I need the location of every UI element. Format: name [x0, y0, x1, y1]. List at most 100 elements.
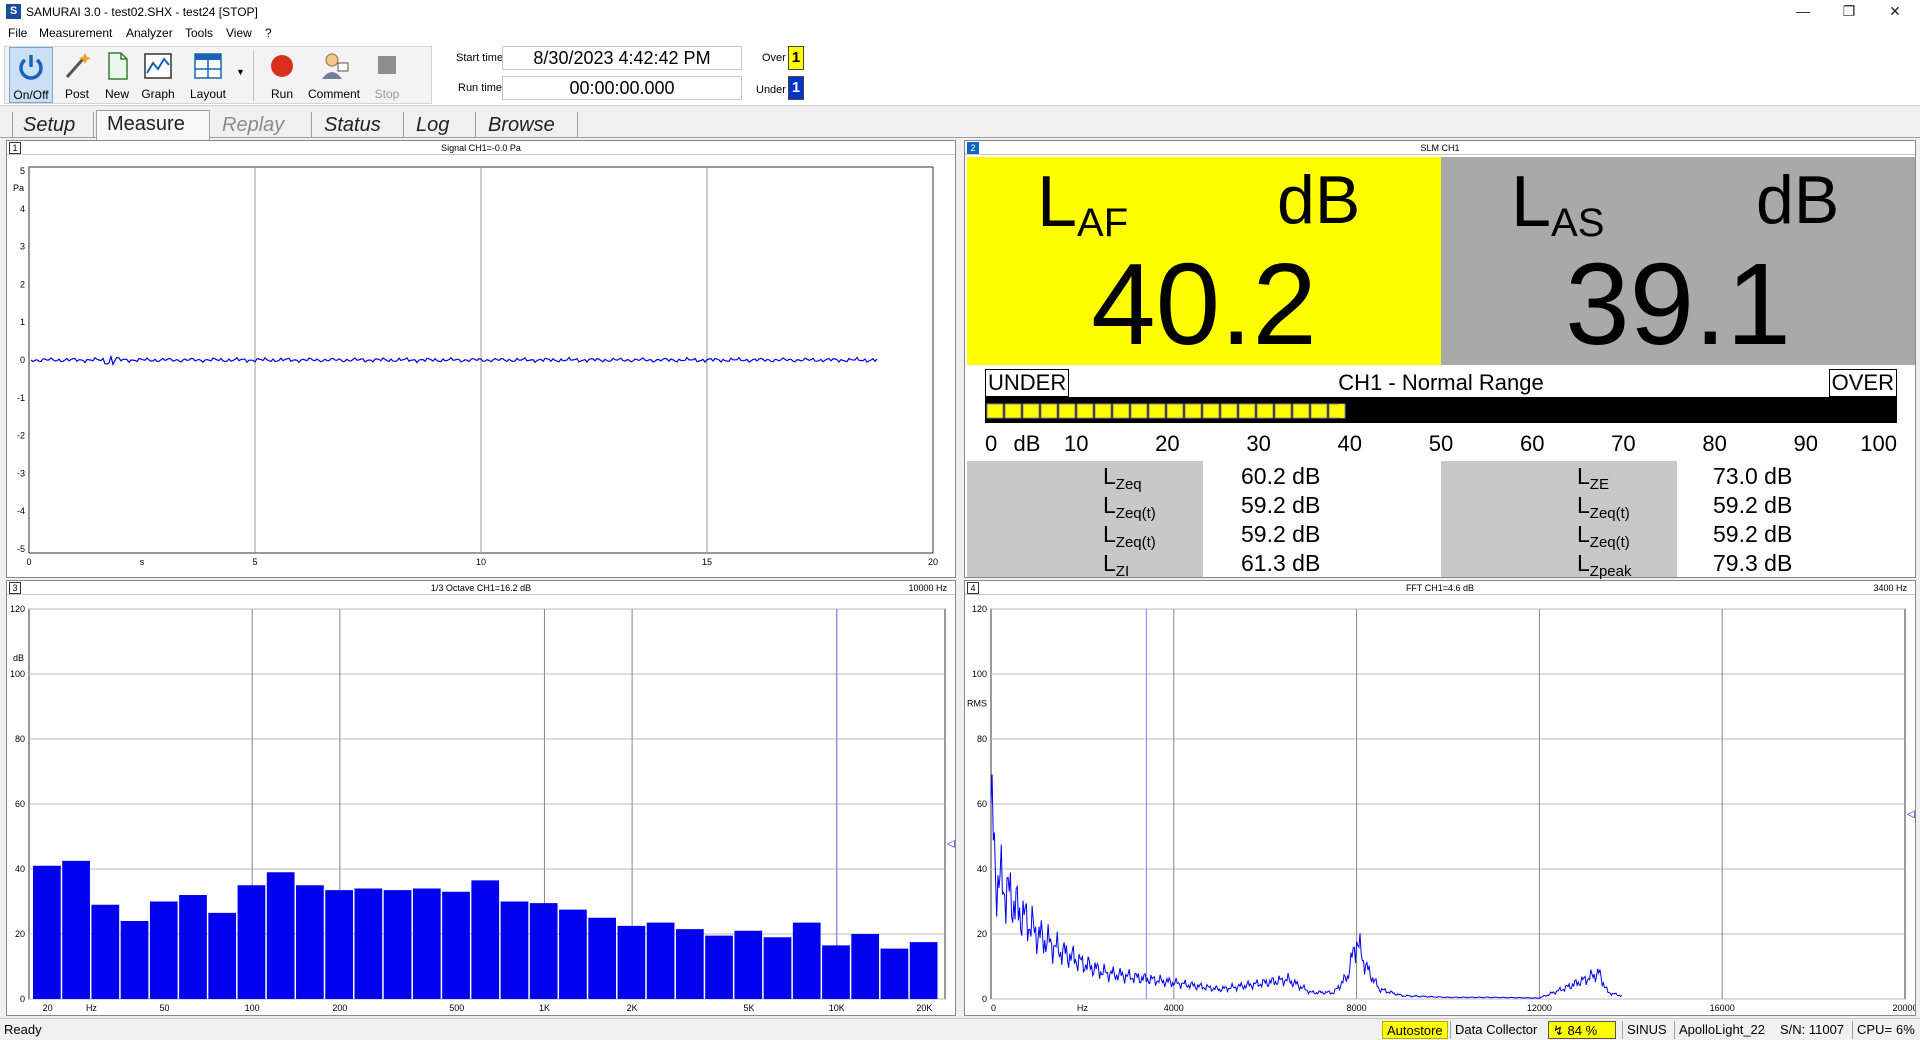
octave-bar	[734, 930, 763, 999]
tab-log[interactable]: Log	[406, 112, 476, 138]
graph-button[interactable]: Graph	[137, 47, 179, 103]
under-indicator: 1	[788, 76, 804, 100]
y-tick-label: 120	[972, 604, 987, 614]
x-tick-label: 10	[476, 557, 486, 567]
y-tick-label: -3	[17, 468, 25, 478]
autostore-indicator: Autostore	[1382, 1021, 1448, 1039]
level-value: 59.2 dB	[1713, 521, 1793, 547]
comment-button[interactable]: Comment	[303, 47, 365, 103]
level-meter: 0 dB 10 20 30 40 50 60 70 80 90 100	[985, 397, 1897, 456]
y-tick-label: -2	[17, 431, 25, 441]
octave-bar	[354, 888, 383, 999]
new-button[interactable]: New	[97, 47, 137, 103]
post-button[interactable]: Post	[57, 47, 97, 103]
tab-browse[interactable]: Browse	[478, 112, 578, 138]
octave-bar	[296, 885, 324, 999]
y-tick-label: 40	[15, 864, 25, 874]
minimize-icon[interactable]: —	[1780, 0, 1826, 24]
meter-segment	[1040, 403, 1058, 419]
panel-number: 3	[9, 582, 21, 594]
x-tick-label: 2K	[627, 1003, 638, 1013]
signal-chart: Pa543210-1-2-3-4-50 s 5 10 15 20	[13, 166, 938, 567]
meter-segment	[1166, 403, 1184, 419]
level-value: 73.0 dB	[1713, 463, 1793, 489]
tab-measure[interactable]: Measure	[96, 110, 210, 140]
fft-panel-title: FFT CH1=4.6 dB	[1405, 583, 1475, 593]
meter-segment	[1112, 403, 1130, 419]
menu-analyzer[interactable]: Analyzer	[126, 26, 173, 40]
menu-help[interactable]: ?	[265, 26, 272, 40]
fft-chart: 120 100 80 60 40 20 0 RMS 0 4000 8000 12000 16000 200…	[967, 604, 1915, 1013]
laf-symbol: LAF	[1037, 162, 1129, 245]
run-time-label: Run time	[458, 82, 503, 94]
octave-bar	[851, 934, 880, 999]
meter-scale-label: 0	[985, 431, 997, 456]
tab-setup[interactable]: Setup	[12, 112, 94, 138]
stop-button[interactable]: Stop	[367, 47, 407, 103]
run-time-field: 00:00:00.000	[502, 76, 742, 100]
x-tick-label: 0	[26, 557, 31, 567]
las-symbol: LAS	[1511, 162, 1605, 245]
meter-segment	[986, 403, 1004, 419]
octave-bar	[120, 921, 149, 999]
close-icon[interactable]: ✕	[1872, 0, 1918, 24]
meter-scale-label: 50	[1429, 431, 1453, 456]
octave-frequency-label: 10000 Hz	[908, 583, 947, 593]
octave-bar	[705, 935, 733, 999]
menu-measurement[interactable]: Measurement	[39, 26, 112, 40]
meter-scale-label: 30	[1246, 431, 1270, 456]
app-icon: S	[6, 4, 21, 19]
meter-segment	[1310, 403, 1328, 419]
run-button[interactable]: Run	[261, 47, 303, 103]
menu-tools[interactable]: Tools	[185, 26, 213, 40]
over-label: OVER	[1828, 369, 1897, 397]
y-tick-label: 120	[10, 604, 25, 614]
window-title: SAMURAI 3.0 - test02.SHX - test24 [STOP]	[26, 5, 258, 19]
fft-panel-header: 4 FFT CH1=4.6 dB 3400 Hz	[965, 581, 1915, 595]
title-bar: S SAMURAI 3.0 - test02.SHX - test24 [STO…	[0, 0, 1920, 24]
y-tick-label: 60	[15, 799, 25, 809]
tab-bar: Setup Measure Replay Status Log Browse	[0, 106, 1920, 140]
layout-dropdown[interactable]: ▼	[233, 47, 247, 103]
octave-bar	[33, 865, 61, 999]
laf-unit: dB	[1277, 162, 1361, 238]
x-tick-label: 16000	[1710, 1003, 1735, 1013]
restore-icon[interactable]: ❐	[1826, 0, 1872, 24]
stop-icon	[378, 56, 396, 74]
meter-segment	[1274, 403, 1292, 419]
y-tick-label: 1	[20, 317, 25, 327]
layout-button[interactable]: Layout	[183, 47, 233, 103]
device-name: ApolloLight_22	[1674, 1021, 1769, 1039]
on-off-button[interactable]: On/Off	[9, 47, 53, 103]
meter-scale-label: 20	[1155, 431, 1179, 456]
octave-panel-header: 3 1/3 Octave CH1=16.2 dB 10000 Hz	[7, 581, 955, 595]
x-tick-label: 0	[991, 1003, 996, 1013]
meter-segment	[1004, 403, 1022, 419]
level-value: 59.2 dB	[1241, 492, 1321, 518]
menu-view[interactable]: View	[226, 26, 252, 40]
meter-segment	[1058, 403, 1076, 419]
tab-status[interactable]: Status	[314, 112, 404, 138]
toolbar-divider	[253, 51, 254, 101]
octave-bar	[588, 917, 617, 999]
octave-bar	[471, 880, 500, 999]
x-tick-label: 5K	[744, 1003, 755, 1013]
battery-indicator: ↯ 84 %	[1548, 1021, 1616, 1039]
over-label: Over	[762, 52, 786, 64]
level-value: 79.3 dB	[1713, 550, 1793, 576]
marker-icon: ◁	[1907, 809, 1915, 820]
meter-segment	[1202, 403, 1220, 419]
meter-scale-label: 10	[1064, 431, 1088, 456]
y-tick-label: 20	[15, 929, 25, 939]
left-table-bg	[967, 461, 1203, 577]
tab-replay[interactable]: Replay	[212, 112, 312, 138]
x-tick-label: 8000	[1347, 1003, 1367, 1013]
new-document-icon	[108, 52, 128, 80]
panel-number: 2	[967, 142, 979, 154]
meter-segment	[1220, 403, 1238, 419]
x-tick-label: 20000	[1892, 1003, 1915, 1013]
octave-panel: 3 1/3 Octave CH1=16.2 dB 10000 Hz 120 100…	[6, 580, 956, 1016]
menu-file[interactable]: File	[8, 26, 27, 40]
y-unit-label: RMS	[967, 699, 987, 709]
octave-bar	[412, 888, 441, 999]
